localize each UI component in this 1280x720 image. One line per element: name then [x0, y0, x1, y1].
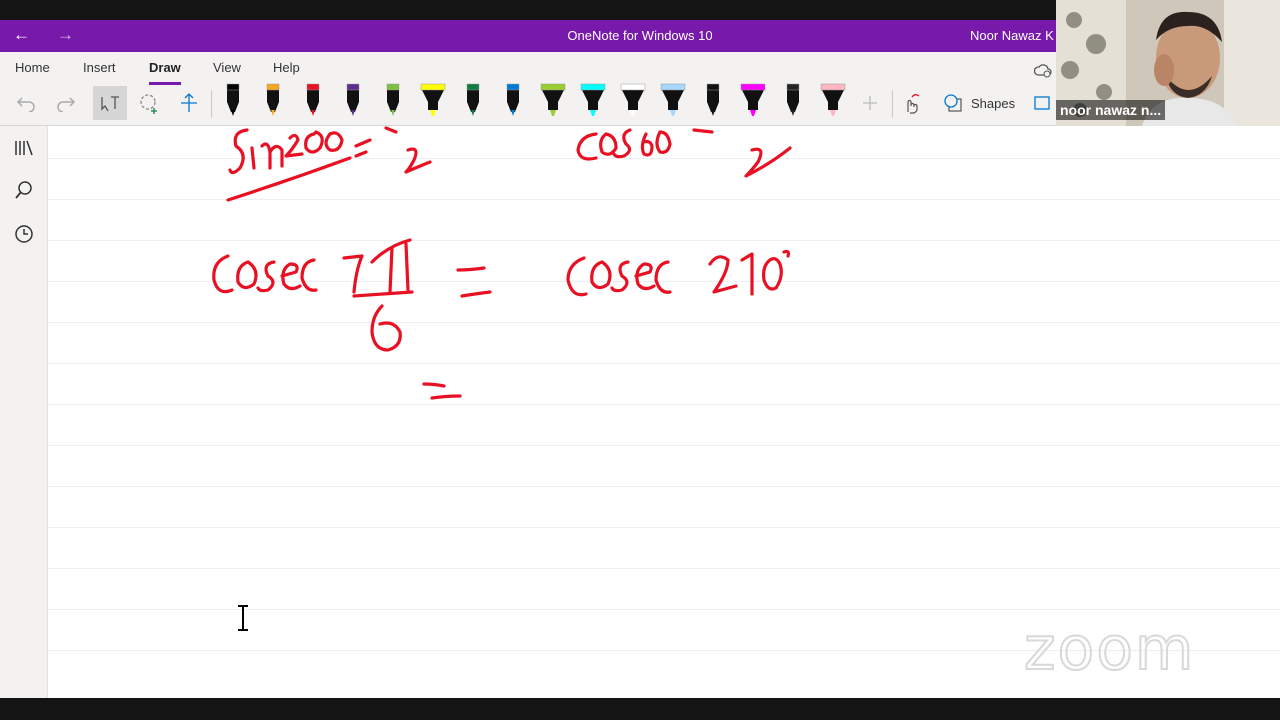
undo-icon[interactable]	[13, 90, 39, 116]
red-pen-icon[interactable]	[298, 82, 328, 118]
recent-notes-icon[interactable]	[12, 222, 36, 246]
tab-draw[interactable]: Draw	[149, 60, 181, 85]
lasso-select-icon[interactable]	[136, 90, 162, 116]
black-galaxy-pen-icon[interactable]	[778, 82, 808, 118]
ink-to-shape-icon[interactable]	[1030, 90, 1056, 116]
black-pen-icon[interactable]	[218, 82, 248, 118]
type-select-tool-icon[interactable]	[93, 86, 127, 120]
notebooks-icon[interactable]	[12, 136, 36, 160]
tab-home[interactable]: Home	[15, 60, 50, 75]
user-name[interactable]: Noor Nawaz K	[970, 28, 1054, 43]
left-navigation-rail	[0, 126, 48, 698]
pink-highlighter-icon[interactable]	[818, 82, 848, 118]
note-canvas[interactable]: zoom	[48, 126, 1280, 698]
shapes-icon[interactable]	[940, 90, 966, 116]
handwritten-ink	[212, 126, 792, 400]
participant-name-label: noor nawaz n...	[1056, 100, 1166, 120]
shapes-button-label[interactable]: Shapes	[971, 96, 1015, 111]
white-highlighter-icon[interactable]	[618, 82, 648, 118]
redo-icon[interactable]	[53, 90, 79, 116]
purple-pen-icon[interactable]	[338, 82, 368, 118]
search-icon[interactable]	[12, 178, 36, 202]
orange-pencil-icon[interactable]	[258, 82, 288, 118]
magenta-highlighter-icon[interactable]	[738, 82, 768, 118]
tab-insert[interactable]: Insert	[83, 60, 116, 75]
light-blue-highlighter-icon[interactable]	[658, 82, 688, 118]
green-galaxy-pen-icon[interactable]	[378, 82, 408, 118]
tab-help[interactable]: Help	[273, 60, 300, 75]
blue-pen-icon[interactable]	[498, 82, 528, 118]
black-pen-2-icon[interactable]	[698, 82, 728, 118]
yellow-highlighter-icon[interactable]	[418, 82, 448, 118]
lime-highlighter-icon[interactable]	[538, 82, 568, 118]
zoom-watermark: zoom	[1023, 613, 1196, 685]
add-space-icon[interactable]	[176, 90, 202, 116]
add-pen-icon[interactable]	[857, 90, 883, 116]
text-cursor-icon	[238, 605, 248, 631]
screen-bottom-bar	[0, 698, 1280, 720]
sync-status-icon[interactable]	[1030, 58, 1056, 84]
participant-video[interactable]: noor nawaz n...	[1056, 0, 1280, 126]
dark-green-pen-icon[interactable]	[458, 82, 488, 118]
ribbon-separator	[211, 90, 212, 118]
ribbon-separator	[892, 90, 893, 118]
touch-drawing-icon[interactable]	[898, 90, 924, 116]
cyan-highlighter-icon[interactable]	[578, 82, 608, 118]
tab-view[interactable]: View	[213, 60, 241, 75]
